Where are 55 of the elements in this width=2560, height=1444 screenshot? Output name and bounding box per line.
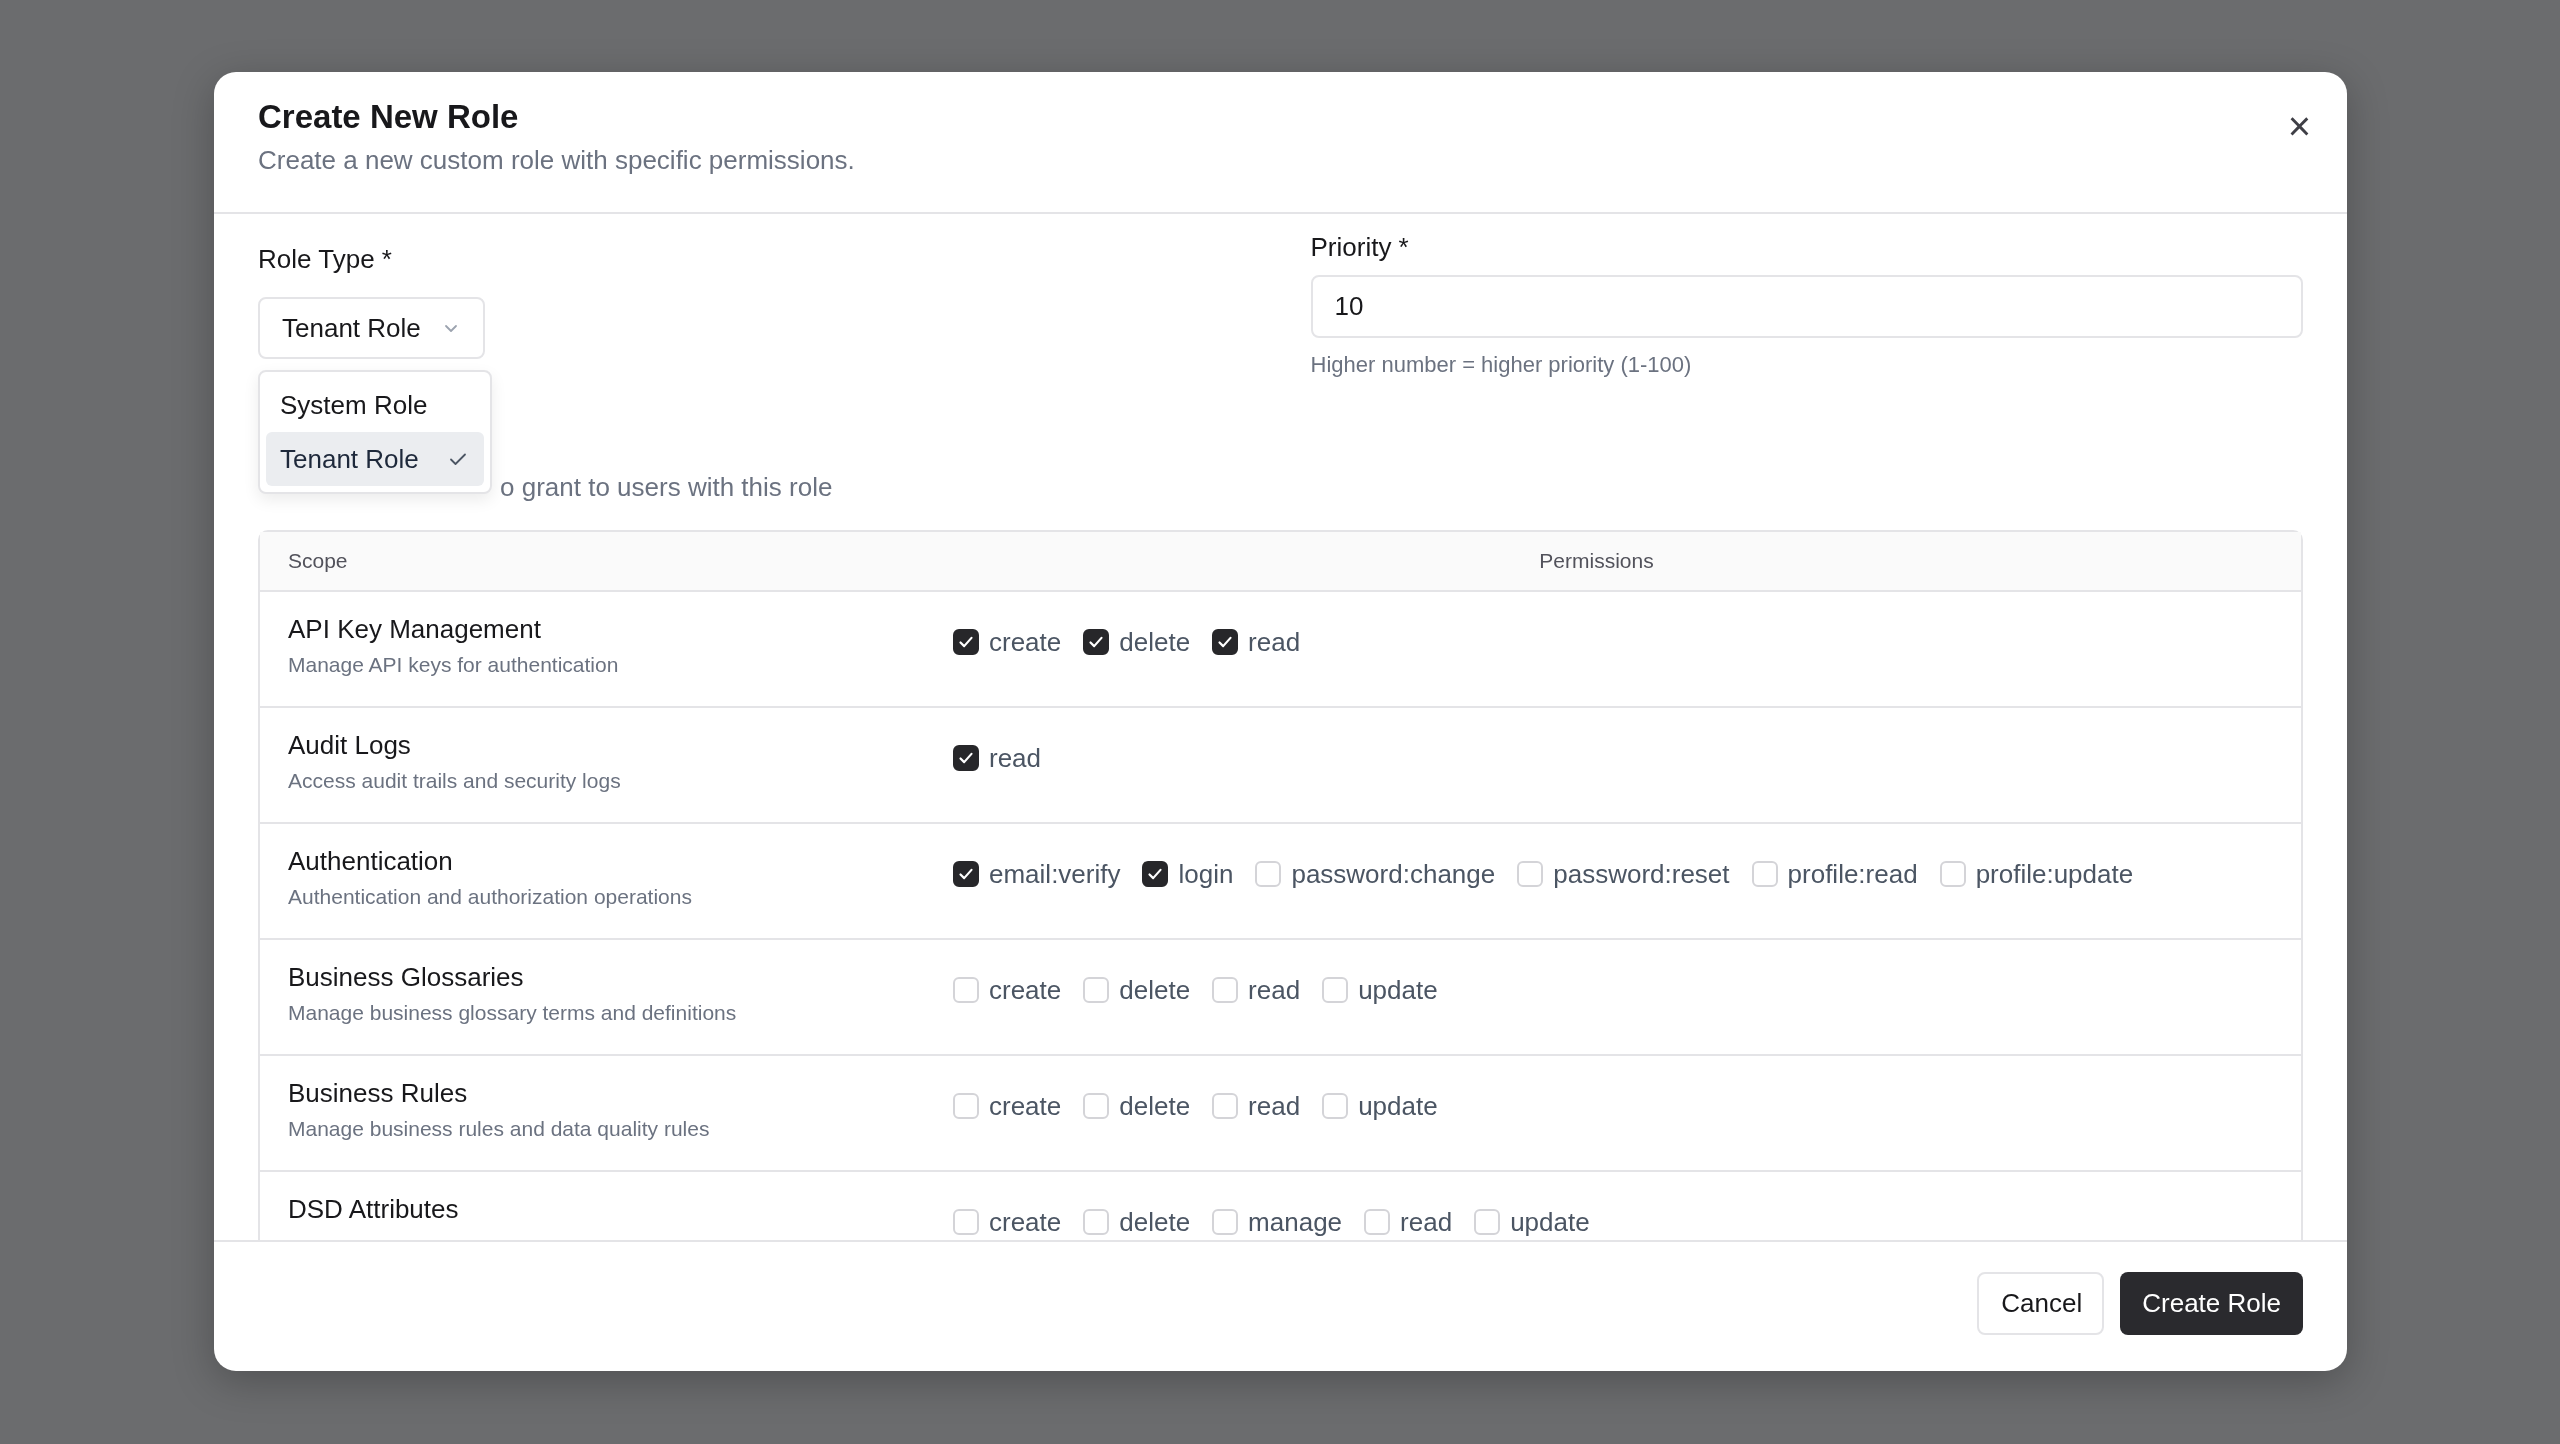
scope-description: Manage API keys for authentication [288,653,619,677]
checkbox[interactable] [1142,861,1169,888]
scope-description: Access audit trails and security logs [288,769,621,793]
close-button[interactable]: × [2281,94,2317,157]
checkbox[interactable] [953,861,979,888]
scope-name: API Key Management [288,614,541,645]
dropdown-option[interactable]: System Role [266,378,484,432]
permission-label: delete [1119,1092,1191,1121]
scope-name: DSD Attributes [288,1194,459,1225]
permission-label: login [1178,860,1234,889]
dialog-title: Create New Role [258,97,519,137]
scope-name: Business Rules [288,1078,468,1109]
column-header: Scope [287,549,349,573]
field-label: Priority * [1310,232,1410,263]
scope-name: Authentication [288,846,453,877]
scope-description: Authentication and authorization operations [288,885,692,909]
permission-label: delete [1119,976,1191,1005]
permission-label: update [1358,1092,1438,1121]
field-label: Role Type * [258,244,393,275]
help-text: Higher number = higher priority (1-100) [1310,352,1693,378]
checkbox[interactable] [1212,629,1239,656]
priority-field[interactable]: 10 [1310,275,2303,338]
permission-label: read [989,744,1042,773]
permission-label: create [989,628,1062,657]
checkbox[interactable] [953,629,979,656]
permission-label: create [989,976,1062,1005]
checkbox[interactable] [953,745,979,772]
permission-label: update [1510,1208,1590,1237]
scope-description: Manage business rules and data quality rules [288,1117,710,1141]
scope-name: Audit Logs [288,730,411,761]
dropdown-option[interactable]: Tenant Role [266,432,484,486]
permission-label: read [1248,1092,1301,1121]
cancel-button[interactable]: Cancel [1977,1272,2105,1335]
checkbox[interactable] [1083,629,1110,656]
scope-description: Manage business glossary terms and definitions [288,1001,737,1025]
permission-label: read [1248,976,1301,1005]
permission-label: password:change [1291,860,1496,889]
permission-label: password:reset [1553,860,1730,889]
dialog-subtitle: Create a new custom role with specific permissions. [258,144,855,176]
permission-label: delete [1119,628,1191,657]
permission-label: update [1358,976,1438,1005]
permission-label: delete [1119,1208,1191,1237]
permission-label: create [989,1092,1062,1121]
scope-name: Business Glossaries [288,962,524,993]
permission-label: create [989,1208,1062,1237]
section-hint: o grant to users with this role [500,472,833,503]
permission-label: manage [1248,1208,1343,1237]
create-role-button[interactable]: Create Role [2120,1272,2303,1335]
role-type-select[interactable]: Tenant Role [258,297,485,359]
permission-label: email:verify [989,860,1121,889]
permission-label: profile:read [1787,860,1918,889]
permission-label: read [1400,1208,1453,1237]
permission-label: profile:update [1975,860,2134,889]
column-header: Permissions [1538,549,1655,573]
permission-label: read [1248,628,1301,657]
